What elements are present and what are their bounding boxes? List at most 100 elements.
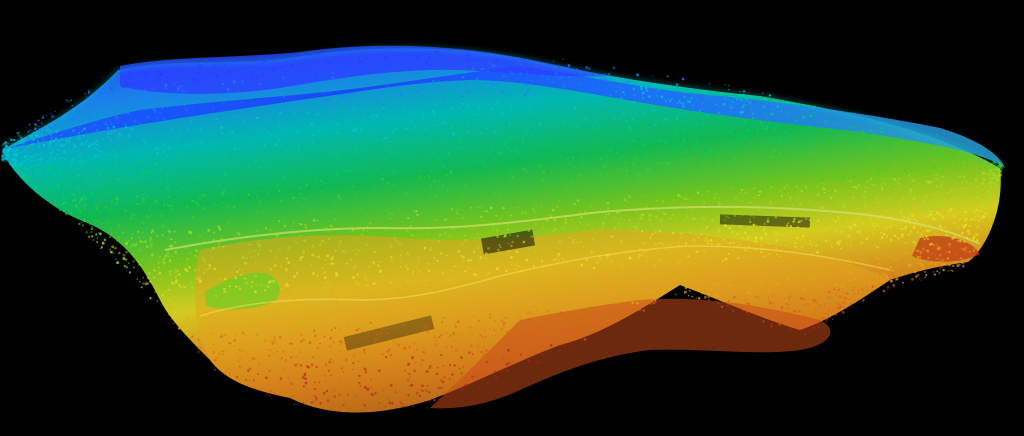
point [605,323,607,325]
point [573,203,576,206]
point [123,258,126,261]
point [50,134,52,137]
point [309,317,312,320]
point [560,118,562,121]
point [462,79,464,81]
point [318,129,322,133]
point [74,175,77,178]
point [839,212,842,215]
point [350,86,352,89]
point [162,117,166,120]
point [833,271,836,274]
point [677,194,680,197]
point [688,290,691,293]
point [193,268,197,272]
point [78,126,80,128]
point [594,297,597,300]
point [133,101,137,105]
point [477,114,481,117]
point [233,147,237,151]
point [550,197,553,200]
point [223,287,226,291]
point [373,302,376,304]
point [69,203,72,205]
point [501,297,504,300]
point [987,162,990,165]
point [937,213,940,216]
point [51,114,55,118]
point [285,257,288,260]
point [59,144,63,148]
point [996,164,999,167]
point [241,82,245,86]
point [739,191,742,194]
point [674,184,678,188]
point [420,384,424,387]
point [874,184,876,187]
point [351,153,354,156]
point [388,397,390,399]
point [976,214,980,218]
point [96,113,99,116]
point [213,347,216,349]
point [597,325,601,329]
point [775,247,778,250]
point [132,185,135,187]
point [733,214,737,217]
point [922,230,925,233]
point [638,274,641,277]
point [567,320,571,324]
point [638,156,642,160]
point [695,139,699,143]
point [540,178,544,182]
point [139,280,141,283]
point [94,92,97,95]
point [641,155,644,158]
point [482,328,486,332]
point [297,308,300,311]
point [871,234,874,237]
point [320,105,323,107]
point [61,182,64,185]
point [785,312,789,316]
point [146,195,149,198]
point [706,114,709,118]
point [983,204,986,207]
point [293,318,296,322]
point [552,259,555,262]
point [212,238,215,242]
point [221,297,224,300]
point [709,282,711,284]
point [748,201,752,205]
point [609,150,612,152]
point [774,261,776,264]
point [202,207,206,210]
point [691,281,695,285]
point [692,157,695,160]
point [305,183,309,186]
point [247,166,250,169]
point [461,357,463,360]
point [491,286,494,289]
point [903,248,906,252]
point [106,206,108,209]
point [762,92,764,95]
point [606,253,610,257]
point [161,107,164,110]
point [953,196,957,200]
point [120,85,123,87]
point [369,85,372,87]
point [830,296,833,300]
point [566,284,568,286]
point [229,111,232,114]
point [472,314,475,317]
point [259,55,263,58]
point [76,114,79,117]
point [128,76,132,80]
point [50,138,53,141]
point [806,276,809,278]
point [147,105,150,109]
point [464,238,468,242]
point [324,258,327,261]
point [825,274,828,277]
